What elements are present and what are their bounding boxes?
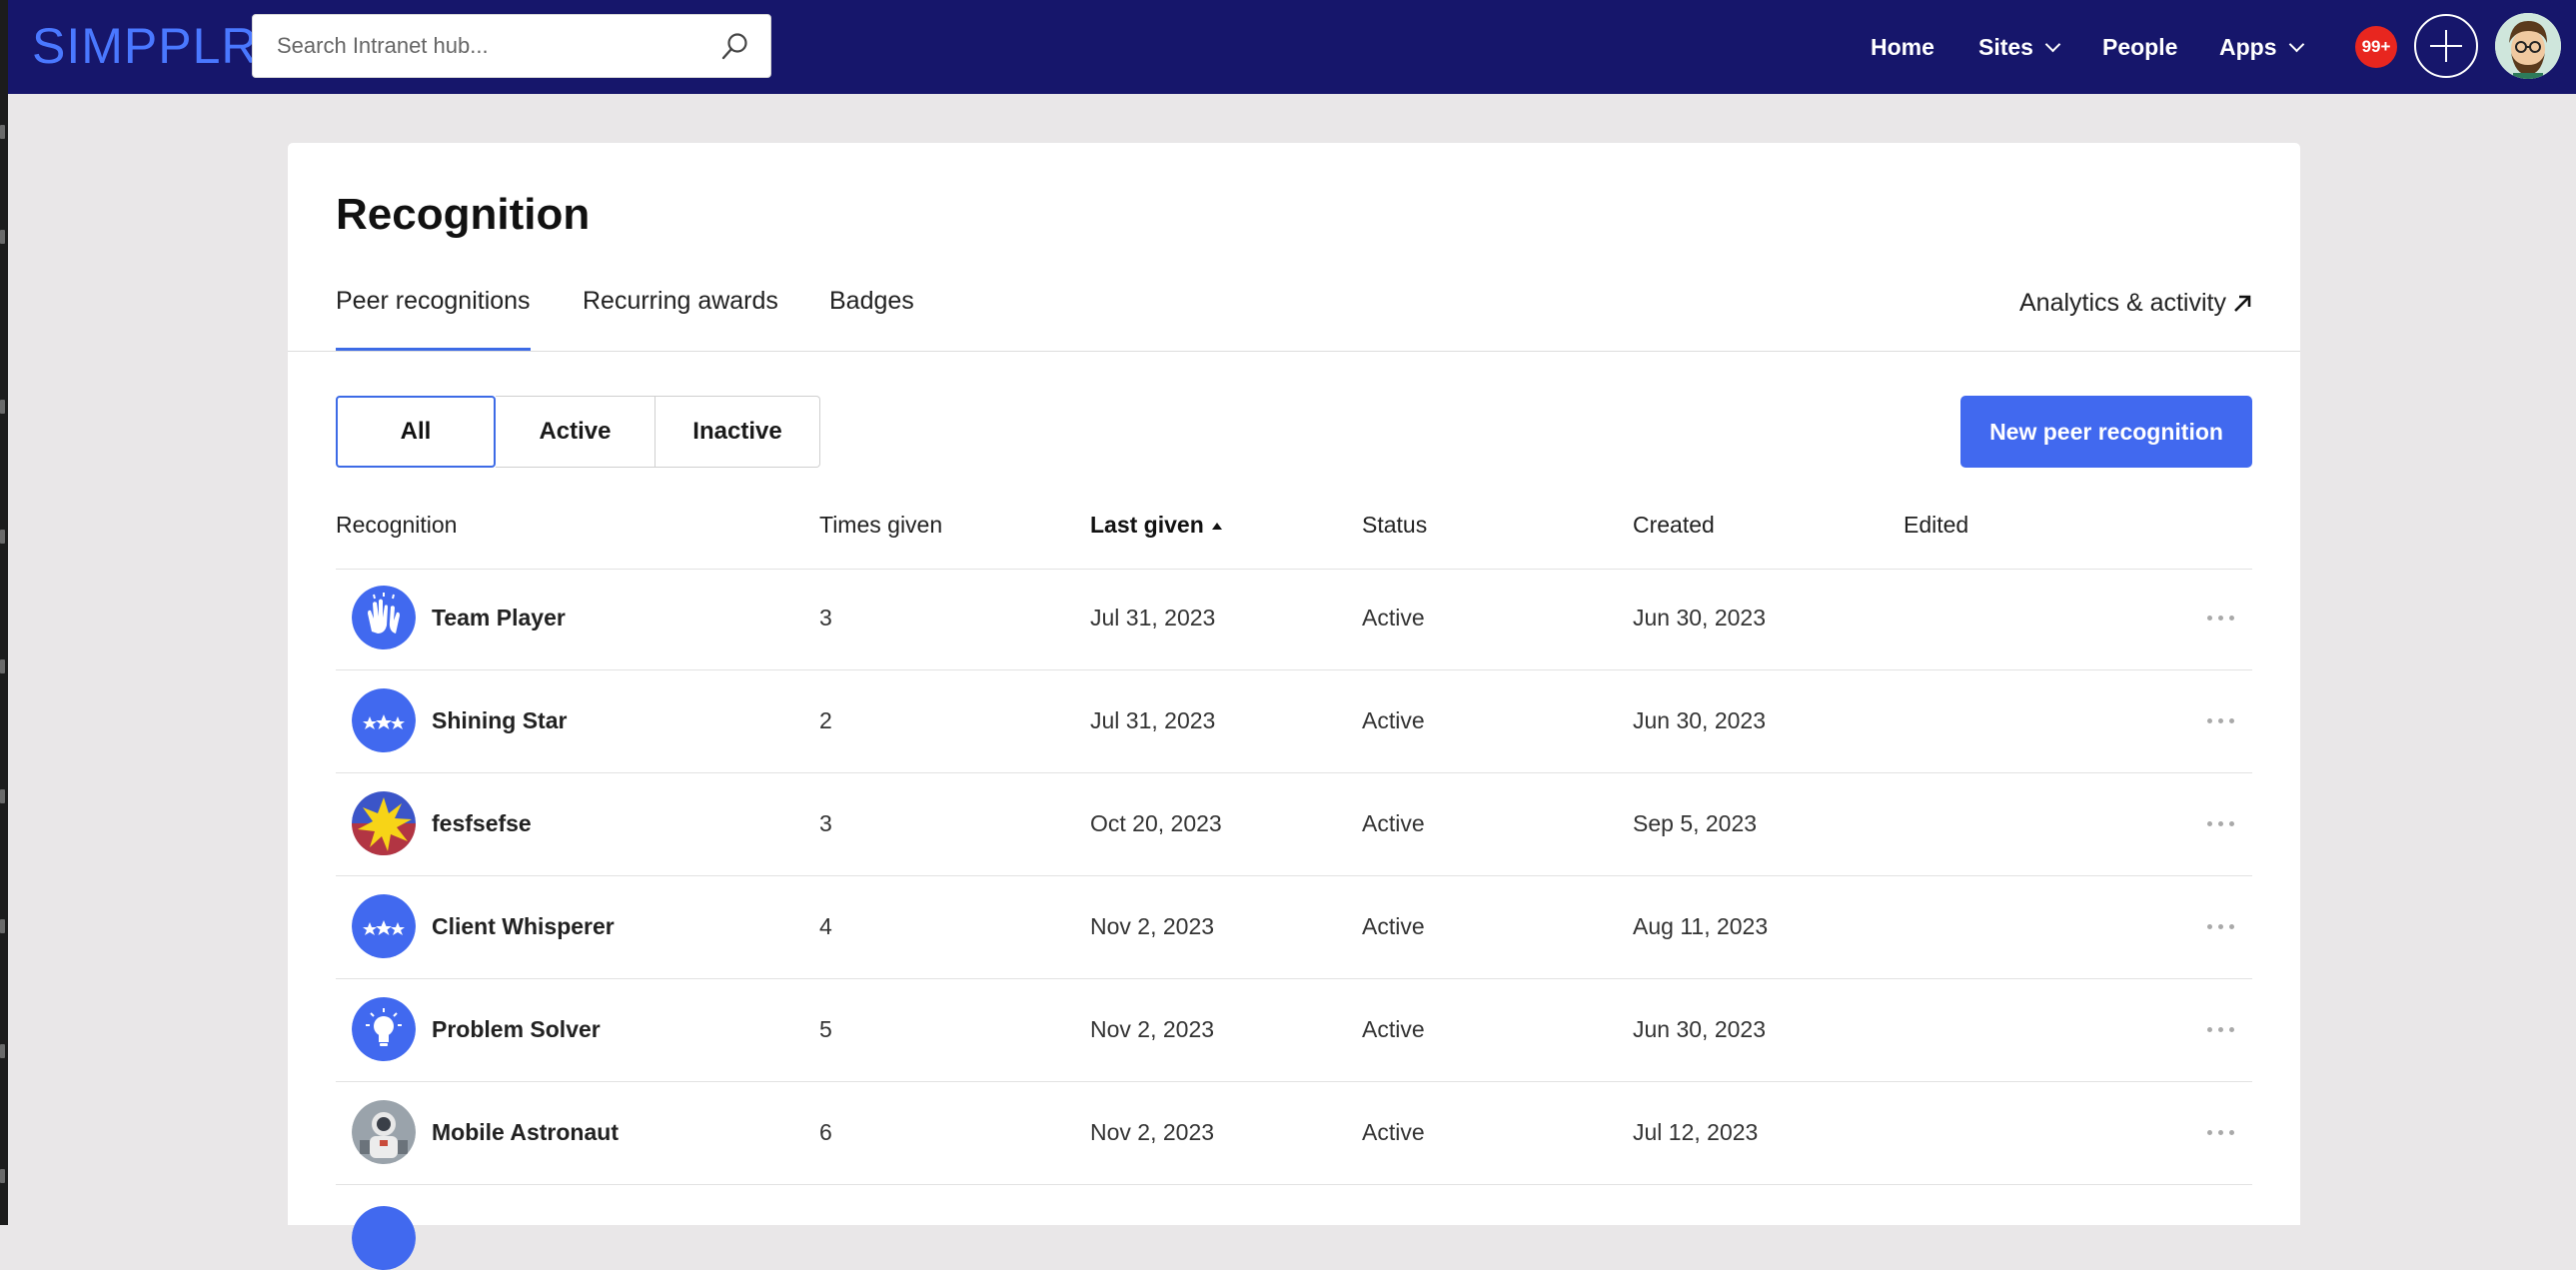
simpplr-logo[interactable]: SIMPPLR	[32, 16, 259, 76]
stars-icon	[352, 894, 416, 958]
clapping-hands-icon	[352, 586, 416, 649]
nav-sites-label: Sites	[1978, 33, 2033, 60]
recognition-name[interactable]: Team Player	[432, 567, 566, 669]
page-title: Recognition	[336, 190, 591, 239]
created-value: Jun 30, 2023	[1633, 605, 1767, 631]
status-filter-group: All Active Inactive	[336, 396, 820, 468]
next-row-badge-icon	[352, 1206, 416, 1270]
create-plus-button[interactable]	[2414, 14, 2478, 78]
column-header-edited[interactable]: Edited	[1904, 503, 1968, 569]
more-options-icon[interactable]	[2207, 1130, 2235, 1136]
lightbulb-icon	[352, 997, 416, 1061]
more-options-icon[interactable]	[2207, 1027, 2235, 1033]
filter-active-button[interactable]: Active	[496, 396, 655, 468]
search-input[interactable]	[253, 15, 702, 77]
recognition-card: Recognition Peer recognitions Recurring …	[288, 143, 2300, 1270]
external-arrow-icon	[2234, 295, 2251, 312]
nav-apps-label: Apps	[2219, 33, 2277, 60]
recognition-name[interactable]: Client Whisperer	[432, 875, 615, 978]
table-row[interactable]: Team Player 3 Jul 31, 2023 Active Jun 30…	[336, 567, 2252, 670]
stars-icon	[352, 688, 416, 752]
search-icon[interactable]	[720, 31, 750, 61]
recognition-name[interactable]: Mobile Astronaut	[432, 1081, 619, 1184]
analytics-activity-link[interactable]: Analytics & activity	[2019, 289, 2252, 318]
avatar-illustration-icon	[2495, 13, 2561, 79]
created-value: Sep 5, 2023	[1633, 810, 1758, 836]
left-edge-strip	[0, 0, 8, 1225]
more-options-icon[interactable]	[2207, 924, 2235, 930]
created-value: Jul 12, 2023	[1633, 1119, 1759, 1145]
times-given-value: 3	[819, 810, 832, 836]
created-value: Jun 30, 2023	[1633, 707, 1767, 733]
status-value: Active	[1362, 605, 1425, 631]
nav-apps-dropdown[interactable]: Apps	[2219, 0, 2304, 94]
nav-sites-dropdown[interactable]: Sites	[1978, 0, 2061, 94]
filter-all-button[interactable]: All	[336, 396, 496, 468]
column-header-created[interactable]: Created	[1633, 503, 1715, 569]
column-header-last-given[interactable]: Last given	[1090, 503, 1222, 569]
table-row[interactable]: Mobile Astronaut 6 Nov 2, 2023 Active Ju…	[336, 1081, 2252, 1185]
chevron-down-icon	[2288, 36, 2304, 52]
table-row[interactable]: Shining Star 2 Jul 31, 2023 Active Jun 3…	[336, 669, 2252, 773]
column-header-status[interactable]: Status	[1362, 503, 1427, 569]
table-row[interactable]: Client Whisperer 4 Nov 2, 2023 Active Au…	[336, 875, 2252, 979]
tab-recurring-awards[interactable]: Recurring awards	[583, 289, 778, 349]
search-box	[252, 14, 771, 78]
times-given-value: 2	[819, 707, 832, 733]
recognition-name[interactable]: Problem Solver	[432, 978, 601, 1081]
column-header-last-given-label: Last given	[1090, 512, 1204, 538]
top-navigation-bar: SIMPPLR Home Sites People Apps 99+	[8, 0, 2576, 94]
tab-bar: Peer recognitions Recurring awards Badge…	[288, 289, 2300, 352]
status-value: Active	[1362, 707, 1425, 733]
table-row[interactable]: Problem Solver 5 Nov 2, 2023 Active Jun …	[336, 978, 2252, 1082]
created-value: Jun 30, 2023	[1633, 1016, 1767, 1042]
table-header: Recognition Times given Last given Statu…	[336, 503, 2252, 570]
nav-home-link[interactable]: Home	[1871, 0, 1934, 94]
status-value: Active	[1362, 1119, 1425, 1145]
last-given-value: Jul 31, 2023	[1090, 707, 1216, 733]
new-peer-recognition-button[interactable]: New peer recognition	[1960, 396, 2252, 468]
sort-ascending-icon	[1211, 523, 1222, 530]
last-given-value: Oct 20, 2023	[1090, 810, 1222, 836]
last-given-value: Nov 2, 2023	[1090, 1016, 1215, 1042]
more-options-icon[interactable]	[2207, 718, 2235, 724]
user-avatar[interactable]	[2495, 13, 2561, 79]
times-given-value: 5	[819, 1016, 832, 1042]
recognition-name[interactable]: fesfsefse	[432, 772, 532, 875]
astronaut-photo-icon	[352, 1100, 416, 1164]
notifications-badge[interactable]: 99+	[2355, 26, 2397, 68]
last-given-value: Nov 2, 2023	[1090, 913, 1215, 939]
times-given-value: 4	[819, 913, 832, 939]
column-header-recognition[interactable]: Recognition	[336, 503, 457, 569]
last-given-value: Nov 2, 2023	[1090, 1119, 1215, 1145]
nav-people-label: People	[2102, 33, 2178, 60]
status-value: Active	[1362, 810, 1425, 836]
starburst-icon	[352, 791, 416, 855]
nav-people-link[interactable]: People	[2102, 0, 2177, 94]
filter-inactive-button[interactable]: Inactive	[655, 396, 820, 468]
chevron-down-icon	[2044, 36, 2061, 52]
recognition-name[interactable]: Shining Star	[432, 669, 567, 772]
tab-peer-recognitions[interactable]: Peer recognitions	[336, 289, 531, 351]
created-value: Aug 11, 2023	[1633, 913, 1769, 939]
status-value: Active	[1362, 913, 1425, 939]
nav-home-label: Home	[1871, 33, 1934, 60]
table-row[interactable]: fesfsefse 3 Oct 20, 2023 Active Sep 5, 2…	[336, 772, 2252, 876]
analytics-activity-label: Analytics & activity	[2018, 289, 2226, 317]
more-options-icon[interactable]	[2207, 821, 2235, 827]
times-given-value: 3	[819, 605, 832, 631]
status-value: Active	[1362, 1016, 1425, 1042]
column-header-times-given[interactable]: Times given	[819, 503, 942, 569]
tab-badges[interactable]: Badges	[829, 289, 914, 349]
times-given-value: 6	[819, 1119, 832, 1145]
last-given-value: Jul 31, 2023	[1090, 605, 1216, 631]
more-options-icon[interactable]	[2207, 616, 2235, 622]
